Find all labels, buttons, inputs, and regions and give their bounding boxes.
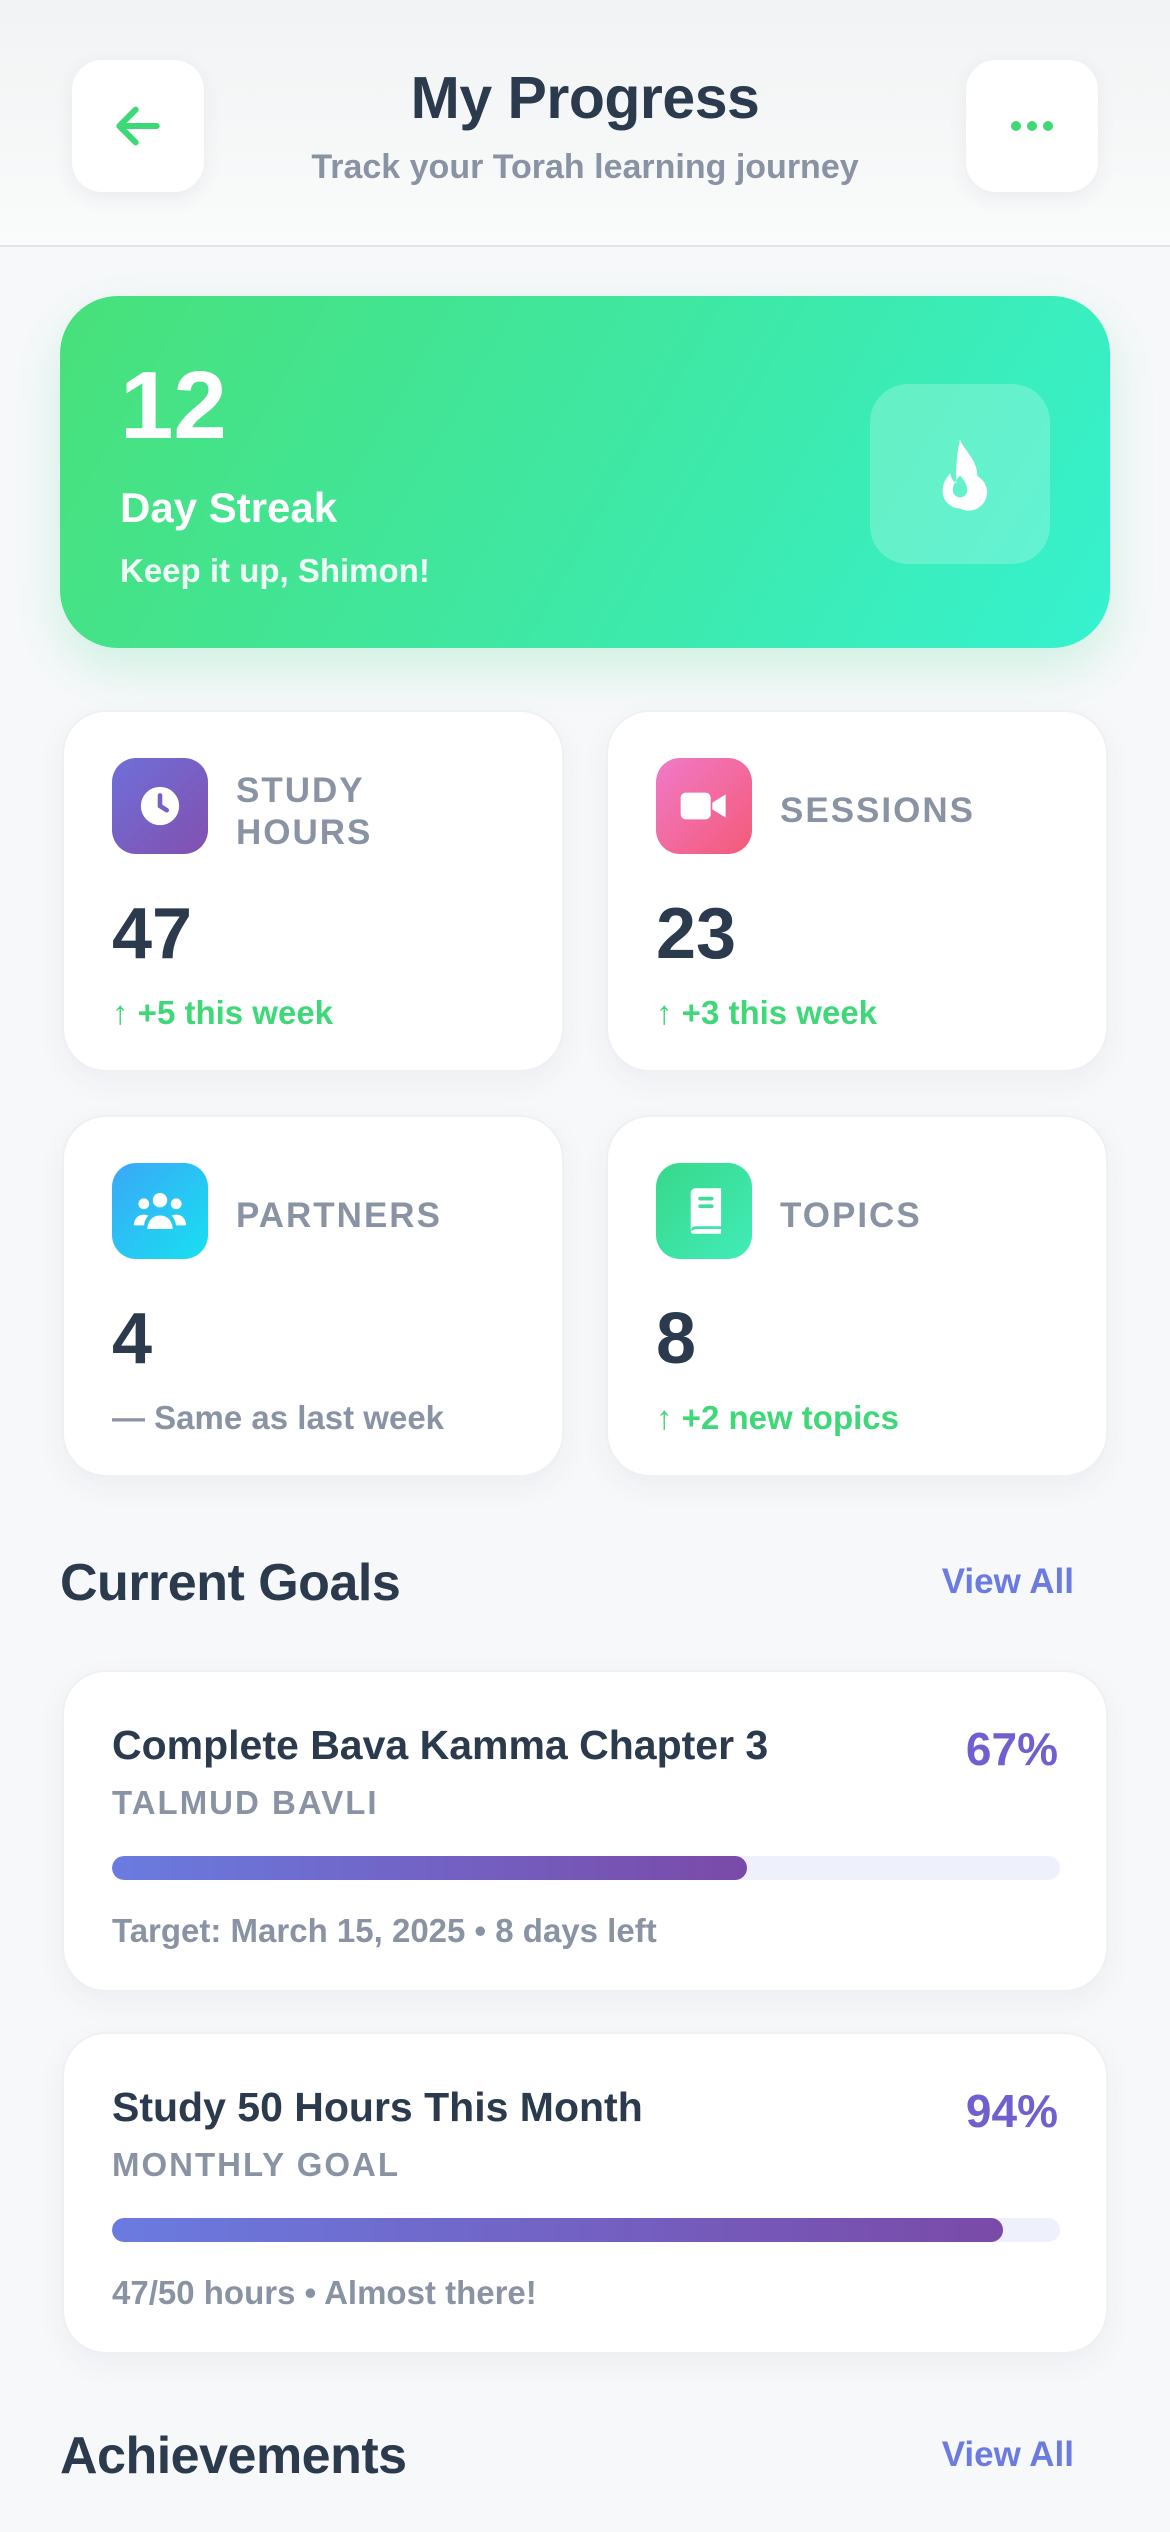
stat-icon-badge <box>656 1163 752 1259</box>
stat-card-topics[interactable]: TOPICS 8 ↑ +2 new topics <box>606 1115 1108 1477</box>
stat-label: TOPICS <box>780 1196 922 1235</box>
clock-icon <box>140 786 180 826</box>
stat-card-partners[interactable]: PARTNERS 4 — Same as last week <box>62 1115 564 1477</box>
header: My Progress Track your Torah learning jo… <box>0 0 1170 247</box>
achievements-view-all-link[interactable]: View All <box>942 2435 1074 2475</box>
book-icon <box>690 1188 722 1234</box>
stat-icon-badge <box>112 1163 208 1259</box>
streak-label: Day Streak <box>120 484 338 531</box>
stat-icon-badge <box>656 758 752 854</box>
stat-change: ↑ +2 new topics <box>656 1399 899 1436</box>
goal-meta: 47/50 hours • Almost there! <box>112 2274 537 2311</box>
more-dots-icon <box>1011 121 1053 131</box>
streak-message: Keep it up, Shimon! <box>120 552 430 589</box>
stat-label: SESSIONS <box>780 791 975 830</box>
goal-category: TALMUD BAVLI <box>112 1784 379 1821</box>
current-goals-title: Current Goals <box>60 1554 401 1612</box>
streak-card[interactable]: 12 Day Streak Keep it up, Shimon! <box>60 296 1110 648</box>
goals-view-all-link[interactable]: View All <box>942 1562 1074 1602</box>
video-camera-icon <box>680 792 726 820</box>
goal-title: Complete Bava Kamma Chapter 3 <box>112 1722 769 1768</box>
goal-category: MONTHLY GOAL <box>112 2146 401 2183</box>
progress-screen: My Progress Track your Torah learning jo… <box>0 0 1170 2532</box>
goal-progress-fill <box>112 2218 1004 2242</box>
stat-icon-badge <box>112 758 208 854</box>
stat-value: 23 <box>656 894 737 974</box>
stat-value: 47 <box>112 894 193 974</box>
streak-days: 12 <box>120 352 227 459</box>
group-icon <box>133 1193 187 1229</box>
goal-progress-track <box>112 1856 1060 1880</box>
goal-title: Study 50 Hours This Month <box>112 2084 643 2130</box>
stat-change: ↑ +3 this week <box>656 994 878 1031</box>
stat-change: — Same as last week <box>112 1399 445 1436</box>
stat-change: ↑ +5 this week <box>112 994 334 1031</box>
goal-percent: 67% <box>965 1723 1058 1775</box>
goal-progress-track <box>112 2218 1060 2242</box>
achievements-title: Achievements <box>60 2427 407 2485</box>
goal-percent: 94% <box>965 2085 1058 2137</box>
goal-card[interactable]: Complete Bava Kamma Chapter 3 67% TALMUD… <box>62 1670 1108 1992</box>
goal-meta: Target: March 15, 2025 • 8 days left <box>112 1912 657 1949</box>
streak-icon-badge <box>870 384 1050 564</box>
stat-label: PARTNERS <box>236 1196 442 1235</box>
stat-value: 8 <box>656 1299 697 1379</box>
goal-progress-fill <box>112 1856 748 1880</box>
stat-card-sessions[interactable]: SESSIONS 23 ↑ +3 this week <box>606 710 1108 1072</box>
stat-card-study-hours[interactable]: STUDY HOURS 47 ↑ +5 this week <box>62 710 564 1072</box>
more-options-button[interactable] <box>966 60 1098 192</box>
flame-icon <box>942 439 988 511</box>
stat-value: 4 <box>112 1299 153 1379</box>
goal-card[interactable]: Study 50 Hours This Month 94% MONTHLY GO… <box>62 2032 1108 2354</box>
stat-label: STUDY HOURS <box>236 771 373 852</box>
